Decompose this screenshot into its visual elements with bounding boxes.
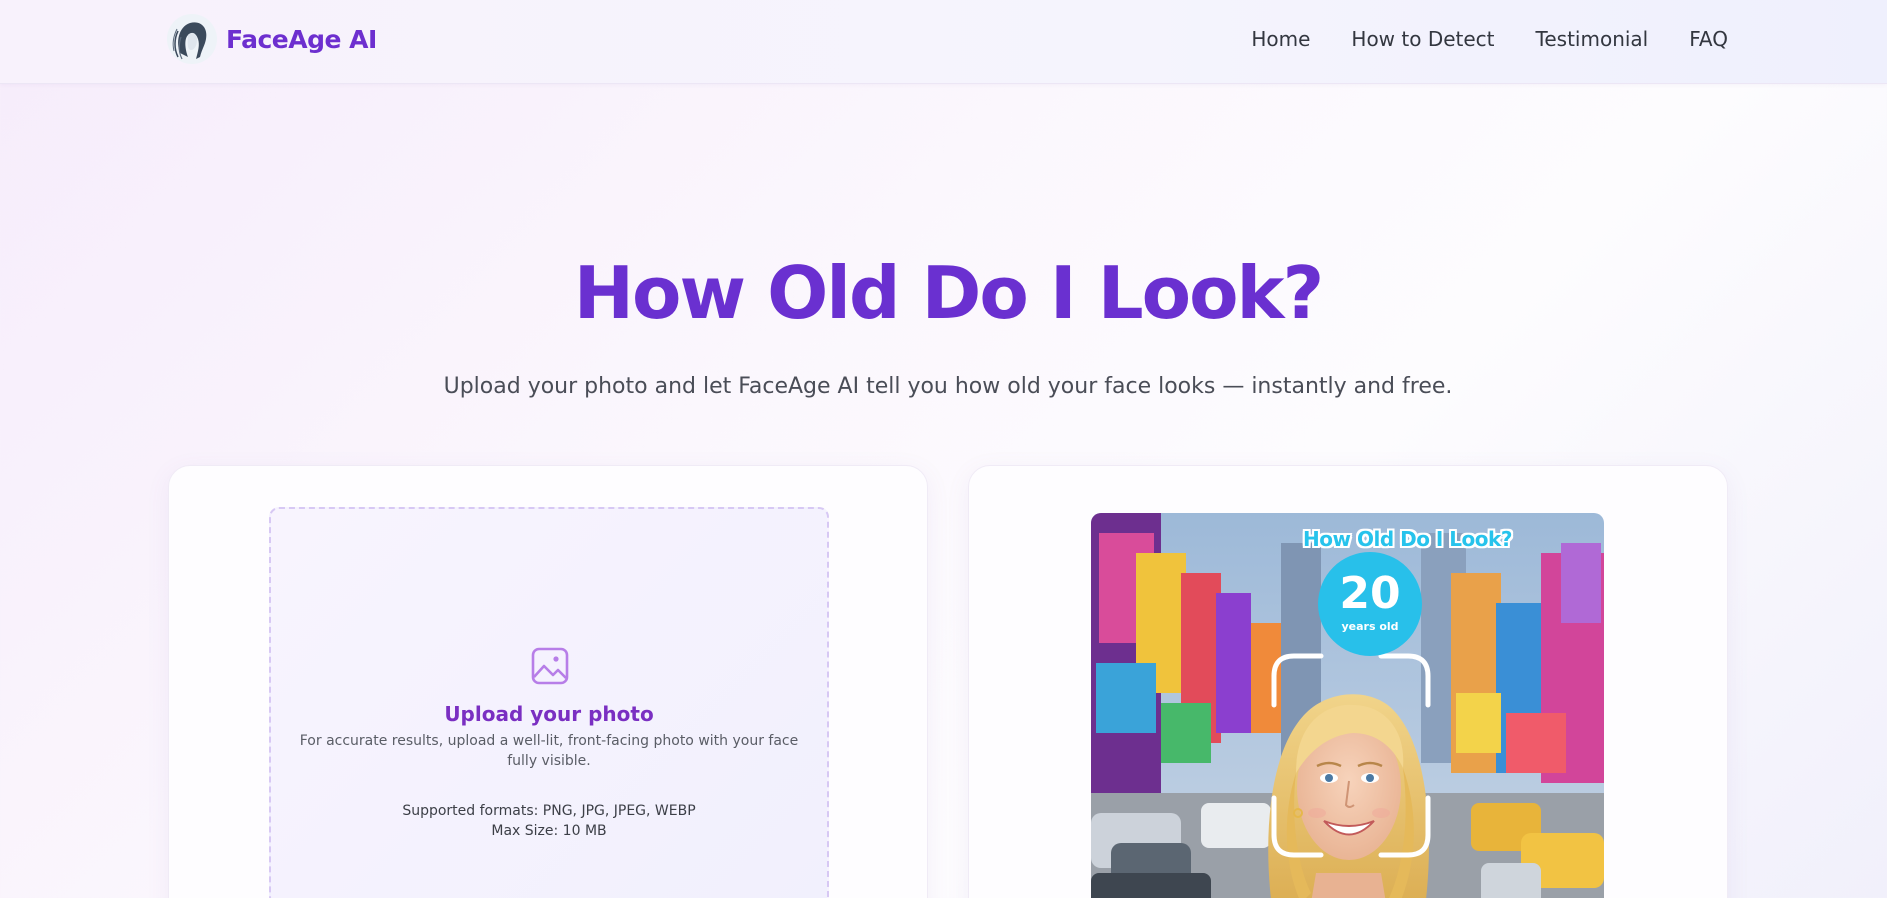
sample-result-card: How Old Do I Look? 20 years old bbox=[968, 465, 1728, 898]
upload-card: Upload your photo For accurate results, … bbox=[168, 465, 928, 898]
nav-link-how-to-detect[interactable]: How to Detect bbox=[1351, 24, 1494, 54]
nav-link-faq[interactable]: FAQ bbox=[1689, 24, 1728, 54]
site-header: FaceAge AI Home How to Detect Testimonia… bbox=[0, 0, 1887, 84]
page-title: How Old Do I Look? bbox=[573, 251, 1324, 335]
main-nav: Home How to Detect Testimonial FAQ bbox=[1251, 24, 1728, 54]
brand-name: FaceAge AI bbox=[226, 24, 377, 54]
supported-formats: Supported formats: PNG, JPG, JPEG, WEBP bbox=[402, 803, 696, 819]
nav-link-testimonial[interactable]: Testimonial bbox=[1536, 24, 1649, 54]
max-file-size: Max Size: 10 MB bbox=[491, 823, 607, 839]
age-badge: 20 years old bbox=[1318, 552, 1422, 656]
page-subtitle: Upload your photo and let FaceAge AI tel… bbox=[443, 374, 1453, 399]
image-icon bbox=[531, 647, 569, 685]
upload-title: Upload your photo bbox=[444, 702, 654, 726]
woman-face-logo-icon bbox=[167, 14, 217, 64]
age-value: 20 bbox=[1339, 568, 1401, 619]
sample-result-image: How Old Do I Look? 20 years old bbox=[1091, 513, 1604, 898]
upload-description: For accurate results, upload a well-lit,… bbox=[299, 733, 799, 769]
photo-dropzone[interactable]: Upload your photo For accurate results, … bbox=[269, 507, 829, 898]
sample-overlay-title: How Old Do I Look? bbox=[1303, 527, 1512, 551]
age-unit: years old bbox=[1341, 620, 1399, 633]
brand-logo[interactable]: FaceAge AI bbox=[166, 13, 377, 65]
nav-link-home[interactable]: Home bbox=[1251, 24, 1310, 54]
